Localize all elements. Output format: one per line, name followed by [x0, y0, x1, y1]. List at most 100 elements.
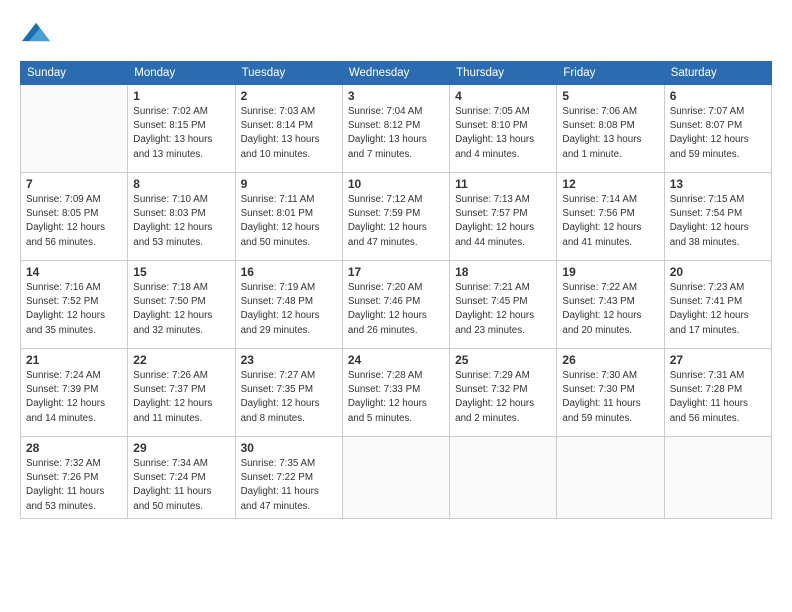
day-number: 19 [562, 265, 658, 279]
day-number: 27 [670, 353, 766, 367]
day-number: 6 [670, 89, 766, 103]
day-number: 15 [133, 265, 229, 279]
calendar-cell: 13 Sunrise: 7:15 AMSunset: 7:54 PMDayligh… [664, 173, 771, 261]
calendar-cell: 14 Sunrise: 7:16 AMSunset: 7:52 PMDayligh… [21, 261, 128, 349]
cell-info: Sunrise: 7:16 AMSunset: 7:52 PMDaylight:… [26, 281, 122, 338]
calendar-row-2: 14 Sunrise: 7:16 AMSunset: 7:52 PMDayligh… [21, 261, 772, 349]
cell-info: Sunrise: 7:30 AMSunset: 7:30 PMDaylight:… [562, 369, 658, 426]
cell-info: Sunrise: 7:06 AMSunset: 8:08 PMDaylight:… [562, 105, 658, 162]
calendar-cell [342, 437, 449, 519]
day-number: 7 [26, 177, 122, 191]
calendar-cell: 5 Sunrise: 7:06 AMSunset: 8:08 PMDaylight… [557, 85, 664, 173]
calendar-cell: 6 Sunrise: 7:07 AMSunset: 8:07 PMDaylight… [664, 85, 771, 173]
calendar-cell: 16 Sunrise: 7:19 AMSunset: 7:48 PMDayligh… [235, 261, 342, 349]
day-number: 4 [455, 89, 551, 103]
day-number: 22 [133, 353, 229, 367]
calendar-row-1: 7 Sunrise: 7:09 AMSunset: 8:05 PMDaylight… [21, 173, 772, 261]
day-number: 24 [348, 353, 444, 367]
cell-info: Sunrise: 7:26 AMSunset: 7:37 PMDaylight:… [133, 369, 229, 426]
logo [20, 18, 50, 51]
calendar-cell: 28 Sunrise: 7:32 AMSunset: 7:26 PMDayligh… [21, 437, 128, 519]
day-number: 13 [670, 177, 766, 191]
weekday-header-monday: Monday [128, 62, 235, 85]
calendar-cell: 25 Sunrise: 7:29 AMSunset: 7:32 PMDayligh… [450, 349, 557, 437]
day-number: 12 [562, 177, 658, 191]
calendar-cell: 7 Sunrise: 7:09 AMSunset: 8:05 PMDaylight… [21, 173, 128, 261]
calendar-cell: 9 Sunrise: 7:11 AMSunset: 8:01 PMDaylight… [235, 173, 342, 261]
day-number: 25 [455, 353, 551, 367]
calendar-row-0: 1 Sunrise: 7:02 AMSunset: 8:15 PMDaylight… [21, 85, 772, 173]
calendar-cell: 23 Sunrise: 7:27 AMSunset: 7:35 PMDayligh… [235, 349, 342, 437]
day-number: 30 [241, 441, 337, 455]
calendar-cell [21, 85, 128, 173]
weekday-header-row: SundayMondayTuesdayWednesdayThursdayFrid… [21, 62, 772, 85]
header [20, 18, 772, 51]
cell-info: Sunrise: 7:32 AMSunset: 7:26 PMDaylight:… [26, 457, 122, 514]
cell-info: Sunrise: 7:04 AMSunset: 8:12 PMDaylight:… [348, 105, 444, 162]
calendar-cell: 26 Sunrise: 7:30 AMSunset: 7:30 PMDayligh… [557, 349, 664, 437]
cell-info: Sunrise: 7:05 AMSunset: 8:10 PMDaylight:… [455, 105, 551, 162]
day-number: 1 [133, 89, 229, 103]
cell-info: Sunrise: 7:02 AMSunset: 8:15 PMDaylight:… [133, 105, 229, 162]
weekday-header-thursday: Thursday [450, 62, 557, 85]
calendar-cell: 2 Sunrise: 7:03 AMSunset: 8:14 PMDaylight… [235, 85, 342, 173]
cell-info: Sunrise: 7:15 AMSunset: 7:54 PMDaylight:… [670, 193, 766, 250]
calendar-cell: 8 Sunrise: 7:10 AMSunset: 8:03 PMDaylight… [128, 173, 235, 261]
calendar-cell [450, 437, 557, 519]
calendar-cell: 1 Sunrise: 7:02 AMSunset: 8:15 PMDaylight… [128, 85, 235, 173]
cell-info: Sunrise: 7:03 AMSunset: 8:14 PMDaylight:… [241, 105, 337, 162]
day-number: 28 [26, 441, 122, 455]
calendar-row-4: 28 Sunrise: 7:32 AMSunset: 7:26 PMDayligh… [21, 437, 772, 519]
cell-info: Sunrise: 7:35 AMSunset: 7:22 PMDaylight:… [241, 457, 337, 514]
day-number: 18 [455, 265, 551, 279]
calendar-cell: 3 Sunrise: 7:04 AMSunset: 8:12 PMDaylight… [342, 85, 449, 173]
day-number: 21 [26, 353, 122, 367]
calendar-cell: 27 Sunrise: 7:31 AMSunset: 7:28 PMDayligh… [664, 349, 771, 437]
day-number: 3 [348, 89, 444, 103]
day-number: 14 [26, 265, 122, 279]
logo-icon [22, 18, 50, 46]
cell-info: Sunrise: 7:34 AMSunset: 7:24 PMDaylight:… [133, 457, 229, 514]
weekday-header-tuesday: Tuesday [235, 62, 342, 85]
calendar-cell [557, 437, 664, 519]
cell-info: Sunrise: 7:22 AMSunset: 7:43 PMDaylight:… [562, 281, 658, 338]
day-number: 29 [133, 441, 229, 455]
day-number: 17 [348, 265, 444, 279]
cell-info: Sunrise: 7:18 AMSunset: 7:50 PMDaylight:… [133, 281, 229, 338]
cell-info: Sunrise: 7:09 AMSunset: 8:05 PMDaylight:… [26, 193, 122, 250]
calendar-cell: 18Sunrise: 7:21 AMSunset: 7:45 PMDayligh… [450, 261, 557, 349]
weekday-header-sunday: Sunday [21, 62, 128, 85]
cell-info: Sunrise: 7:07 AMSunset: 8:07 PMDaylight:… [670, 105, 766, 162]
day-number: 5 [562, 89, 658, 103]
calendar-cell: 17Sunrise: 7:20 AMSunset: 7:46 PMDayligh… [342, 261, 449, 349]
weekday-header-wednesday: Wednesday [342, 62, 449, 85]
calendar-cell: 4 Sunrise: 7:05 AMSunset: 8:10 PMDaylight… [450, 85, 557, 173]
day-number: 23 [241, 353, 337, 367]
calendar-cell [664, 437, 771, 519]
calendar-cell: 22 Sunrise: 7:26 AMSunset: 7:37 PMDayligh… [128, 349, 235, 437]
cell-info: Sunrise: 7:10 AMSunset: 8:03 PMDaylight:… [133, 193, 229, 250]
day-number: 10 [348, 177, 444, 191]
cell-info: Sunrise: 7:13 AMSunset: 7:57 PMDaylight:… [455, 193, 551, 250]
cell-info: Sunrise: 7:14 AMSunset: 7:56 PMDaylight:… [562, 193, 658, 250]
calendar-cell: 21 Sunrise: 7:24 AMSunset: 7:39 PMDayligh… [21, 349, 128, 437]
cell-info: Sunrise: 7:24 AMSunset: 7:39 PMDaylight:… [26, 369, 122, 426]
cell-info: Sunrise: 7:29 AMSunset: 7:32 PMDaylight:… [455, 369, 551, 426]
day-number: 2 [241, 89, 337, 103]
cell-info: Sunrise: 7:19 AMSunset: 7:48 PMDaylight:… [241, 281, 337, 338]
cell-info: Sunrise: 7:11 AMSunset: 8:01 PMDaylight:… [241, 193, 337, 250]
calendar-cell: 29 Sunrise: 7:34 AMSunset: 7:24 PMDayligh… [128, 437, 235, 519]
calendar-cell: 11Sunrise: 7:13 AMSunset: 7:57 PMDayligh… [450, 173, 557, 261]
day-number: 8 [133, 177, 229, 191]
weekday-header-friday: Friday [557, 62, 664, 85]
day-number: 26 [562, 353, 658, 367]
calendar-cell: 10 Sunrise: 7:12 AMSunset: 7:59 PMDayligh… [342, 173, 449, 261]
page: SundayMondayTuesdayWednesdayThursdayFrid… [0, 0, 792, 612]
cell-info: Sunrise: 7:31 AMSunset: 7:28 PMDaylight:… [670, 369, 766, 426]
weekday-header-saturday: Saturday [664, 62, 771, 85]
calendar-table: SundayMondayTuesdayWednesdayThursdayFrid… [20, 61, 772, 519]
day-number: 16 [241, 265, 337, 279]
day-number: 9 [241, 177, 337, 191]
cell-info: Sunrise: 7:27 AMSunset: 7:35 PMDaylight:… [241, 369, 337, 426]
cell-info: Sunrise: 7:12 AMSunset: 7:59 PMDaylight:… [348, 193, 444, 250]
